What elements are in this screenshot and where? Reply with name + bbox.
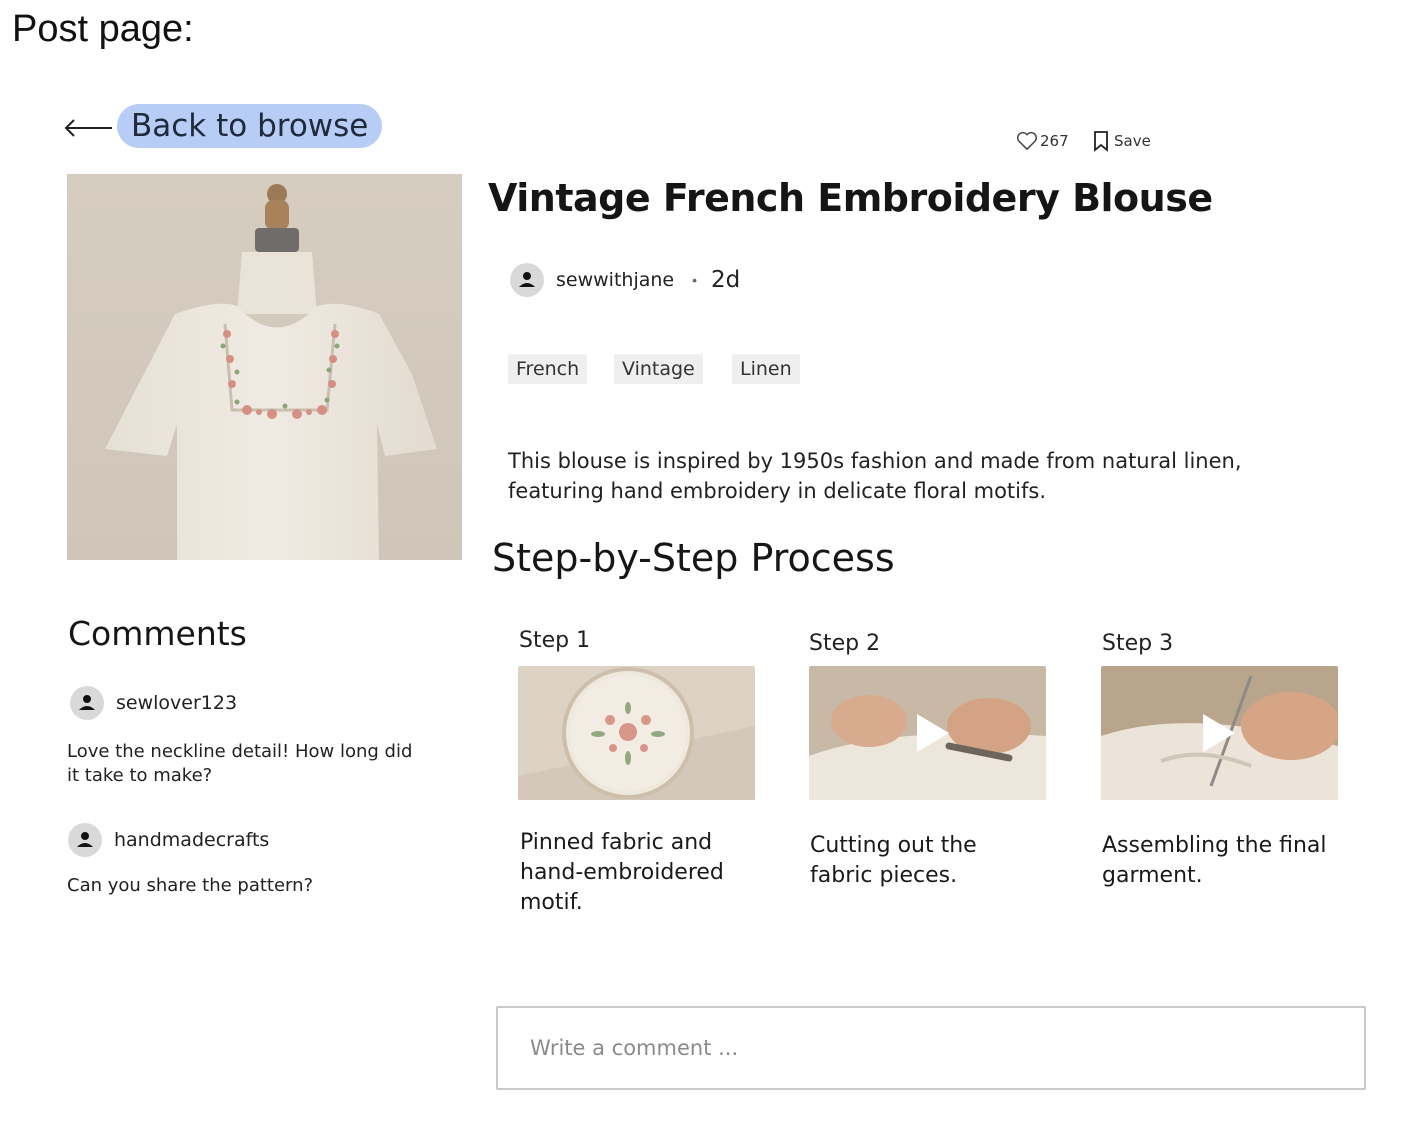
tag-vintage[interactable]: Vintage	[614, 354, 703, 384]
user-icon[interactable]	[510, 263, 544, 297]
comments-heading: Comments	[68, 614, 247, 653]
comment-input[interactable]	[496, 1006, 1366, 1090]
comment-text: Can you share the pattern?	[67, 875, 314, 896]
like-button[interactable]: 267	[1016, 130, 1069, 152]
separator-dot: •	[692, 272, 697, 288]
post-age: 2d	[711, 267, 741, 293]
comment-username[interactable]: handmadecrafts	[114, 829, 269, 851]
steps-heading: Step-by-Step Process	[492, 536, 895, 580]
step-2-label: Step 2	[809, 631, 881, 656]
author-name[interactable]: sewwithjane	[556, 269, 674, 291]
comment-user[interactable]: sewlover123	[70, 686, 237, 720]
comment-user[interactable]: handmadecrafts	[68, 823, 269, 857]
step-1-caption: Pinned fabric and hand-embroidered motif…	[520, 830, 724, 915]
post-title: Vintage French Embroidery Blouse	[488, 176, 1213, 220]
comment-text: Love the neckline detail! How long did i…	[67, 741, 413, 786]
step-3-video[interactable]	[1101, 666, 1338, 800]
user-icon[interactable]	[68, 823, 102, 857]
tag-linen[interactable]: Linen	[732, 354, 800, 384]
comment-username[interactable]: sewlover123	[116, 692, 237, 714]
heart-icon	[1017, 131, 1037, 151]
step-1-image[interactable]	[518, 666, 755, 800]
like-count: 267	[1040, 132, 1069, 150]
post-description: This blouse is inspired by 1950s fashion…	[508, 449, 1242, 503]
save-label: Save	[1114, 132, 1151, 150]
step-2-video[interactable]	[809, 666, 1046, 800]
tag-french[interactable]: French	[508, 354, 588, 384]
step-2-caption: Cutting out the fabric pieces.	[810, 833, 977, 888]
arrow-left-icon[interactable]	[62, 114, 114, 142]
user-icon[interactable]	[70, 686, 104, 720]
step-3-caption: Assembling the final garment.	[1102, 833, 1327, 888]
post-main-image	[67, 174, 462, 560]
step-1-label: Step 1	[519, 628, 591, 653]
author-row: sewwithjane • 2d	[510, 262, 740, 298]
bookmark-icon	[1094, 131, 1108, 152]
save-button[interactable]: Save	[1092, 130, 1151, 152]
back-to-browse-button[interactable]: Back to browse	[117, 104, 383, 148]
page-title: Post page:	[12, 8, 194, 50]
step-3-label: Step 3	[1102, 631, 1174, 656]
